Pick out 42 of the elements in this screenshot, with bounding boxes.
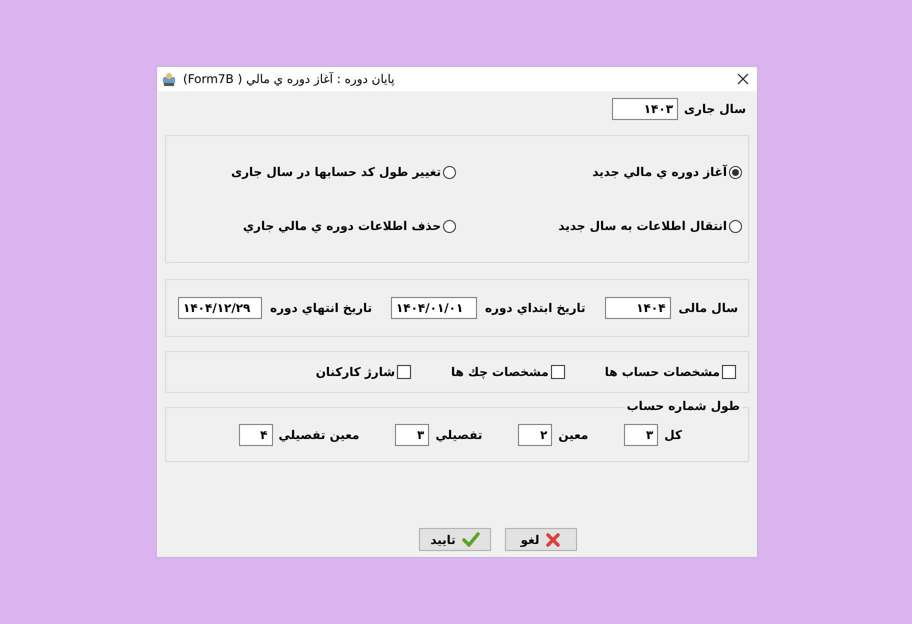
checkbox-label: شارژ كاركنان — [316, 365, 396, 379]
field-label: معين — [558, 428, 588, 442]
field-label: كل — [664, 428, 682, 442]
radio-button[interactable] — [729, 220, 742, 232]
field-label: تفصيلي — [435, 428, 482, 442]
radio-option[interactable]: تغيير طول كد حسابها در سال جاری — [166, 165, 456, 179]
input-field[interactable]: ۱۴۰۴/۰۱/۰۱ — [390, 297, 477, 319]
input-field[interactable]: ۴ — [238, 424, 272, 446]
input-field[interactable]: ۱۴۰۴/۱۲/۲۹ — [178, 297, 262, 319]
app-icon — [161, 71, 177, 87]
checkbox-label: مشخصات چك ها — [451, 365, 549, 379]
year-field[interactable]: ۱۴۰۳ — [612, 98, 678, 120]
group-title: طول شماره حساب — [624, 399, 742, 413]
input-field[interactable]: ۱۴۰۴ — [604, 297, 671, 319]
field-label: معين تفصيلي — [278, 428, 360, 442]
radio-button[interactable] — [729, 166, 742, 178]
input-field[interactable]: ۲ — [518, 424, 552, 446]
radio-label: آغاز دوره ي مالي جديد — [592, 165, 727, 179]
input-field[interactable]: ۳ — [395, 424, 430, 446]
field-label: تاريخ ابتداي دوره — [484, 301, 586, 315]
checkbox-label: مشخصات حساب ها — [604, 365, 720, 379]
checkmark-icon — [462, 532, 480, 548]
field-label: تاريخ انتهاي دوره — [270, 301, 372, 315]
checkbox[interactable] — [550, 365, 565, 379]
field-label: سال جاری — [684, 102, 746, 116]
radio-label: انتقال اطلاعات به سال جديد — [558, 219, 727, 233]
checkbox[interactable] — [397, 365, 412, 379]
radio-label: تغيير طول كد حسابها در سال جاری — [231, 165, 441, 179]
input-field[interactable]: ۳ — [624, 424, 658, 446]
cancel-button[interactable]: لغو — [505, 528, 577, 551]
confirm-button[interactable]: تاييد — [419, 528, 491, 551]
radio-option[interactable]: حذف اطلاعات دوره ي مالي جاري — [166, 219, 456, 233]
close-icon[interactable] — [737, 73, 749, 85]
checkbox[interactable] — [722, 365, 736, 379]
radio-button[interactable] — [443, 166, 456, 178]
radio-option[interactable]: آغاز دوره ي مالي جديد — [456, 165, 742, 179]
cross-icon — [545, 532, 562, 548]
radio-option[interactable]: انتقال اطلاعات به سال جديد — [456, 219, 742, 233]
radio-label: حذف اطلاعات دوره ي مالي جاري — [243, 219, 441, 233]
radio-button[interactable] — [443, 220, 456, 232]
field-label: سال مالی — [678, 301, 738, 315]
window-title: پايان دوره : آغاز دوره ي مالي ( Form7B) — [183, 72, 394, 86]
